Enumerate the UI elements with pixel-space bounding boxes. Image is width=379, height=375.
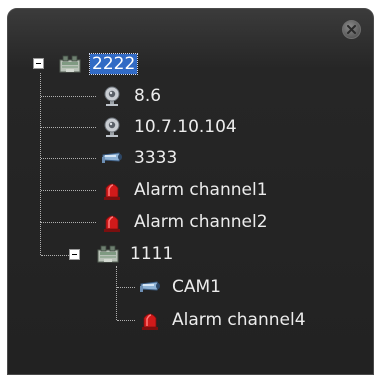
collapse-toggle-root[interactable] [33, 58, 44, 69]
alarm-siren-icon [100, 211, 124, 233]
tree-node-label: 1111 [130, 244, 174, 264]
tree-connector [41, 255, 69, 256]
tree-connector [116, 266, 117, 320]
tree-node-label: 8.6 [134, 86, 162, 106]
close-icon [347, 25, 356, 34]
device-group-icon [58, 53, 82, 75]
alarm-siren-icon [138, 309, 162, 331]
tree-connector [41, 96, 96, 97]
tree-connector [41, 190, 96, 191]
close-button[interactable] [342, 20, 361, 39]
device-group-icon [96, 243, 120, 265]
tree-node-alarm-channel4[interactable]: Alarm channel4 [138, 307, 308, 333]
tree-node-label: Alarm channel4 [172, 310, 306, 330]
tree-node-3333[interactable]: 3333 [100, 145, 179, 171]
tree-connector [41, 127, 96, 128]
tree-node-label: Alarm channel2 [134, 212, 268, 232]
tree-node-1111[interactable]: 1111 [96, 241, 175, 267]
tree-node-8-6[interactable]: 8.6 [100, 83, 163, 109]
tree-node-label: 10.7.10.104 [134, 117, 237, 137]
tree-node-label: CAM1 [172, 277, 221, 297]
alarm-siren-icon [100, 179, 124, 201]
tree-node-alarm-channel2[interactable]: Alarm channel2 [100, 209, 270, 235]
bullet-camera-icon [138, 276, 162, 298]
collapse-toggle-subgroup[interactable] [69, 249, 80, 260]
tree-connector [117, 320, 135, 321]
tree-node-alarm-channel1[interactable]: Alarm channel1 [100, 177, 270, 203]
tree-node-cam1[interactable]: CAM1 [138, 274, 223, 300]
bullet-camera-icon [100, 147, 124, 169]
dome-camera-icon [100, 85, 124, 107]
tree-node-label: 3333 [134, 148, 178, 168]
tree-node-root[interactable]: 2222 [58, 51, 139, 77]
dome-camera-icon [100, 116, 124, 138]
tree-node-label: 2222 [88, 53, 139, 75]
tree-connector [41, 158, 96, 159]
tree-connector [41, 222, 96, 223]
tree-node-10-7-10-104[interactable]: 10.7.10.104 [100, 114, 239, 140]
tree-connector [40, 222, 41, 255]
tree-connector [117, 287, 135, 288]
tree-node-label: Alarm channel1 [134, 180, 268, 200]
